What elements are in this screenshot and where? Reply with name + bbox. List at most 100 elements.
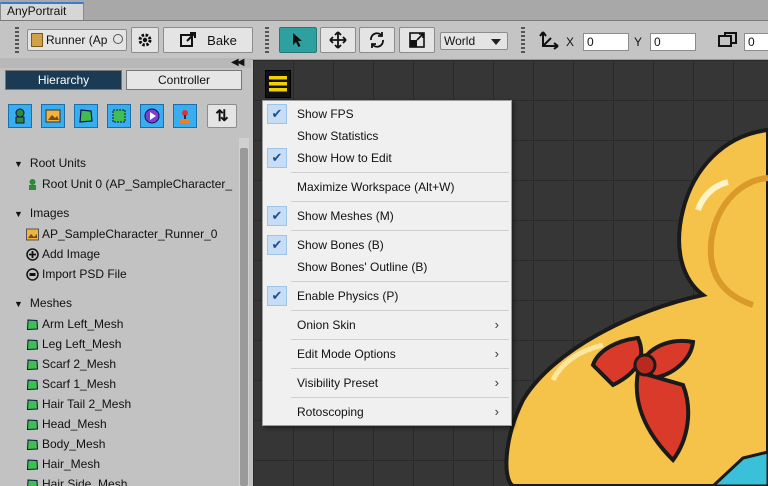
menu-item-edit-mode-options[interactable]: Edit Mode Options › bbox=[263, 343, 511, 365]
menu-item-label: Rotoscoping bbox=[297, 405, 364, 419]
meshes-label: Meshes bbox=[29, 296, 72, 310]
left-panel-header bbox=[0, 58, 251, 68]
tree-item-mesh[interactable]: Hair_Mesh bbox=[26, 455, 100, 473]
tree-item-mesh[interactable]: Hair Tail 2_Mesh bbox=[26, 395, 131, 413]
menu-item-maximize-workspace[interactable]: Maximize Workspace (Alt+W) bbox=[263, 176, 511, 198]
checkmark-icon: ✔ bbox=[267, 286, 287, 306]
tree-item-label: Scarf 1_Mesh bbox=[42, 377, 117, 391]
menu-item-onion-skin[interactable]: Onion Skin › bbox=[263, 314, 511, 336]
menu-item-show-how-to-edit[interactable]: ✔ Show How to Edit bbox=[263, 147, 511, 169]
tree-item-root-unit[interactable]: Root Unit 0 (AP_SampleCharacter_ bbox=[26, 175, 232, 193]
menu-item-label: Edit Mode Options bbox=[297, 347, 396, 361]
size-input[interactable]: 0 bbox=[744, 33, 768, 51]
select-tool-button[interactable] bbox=[279, 27, 317, 53]
filter-images-button[interactable] bbox=[41, 104, 65, 128]
chevron-right-icon: › bbox=[494, 404, 499, 419]
tree-item-mesh[interactable]: Arm Left_Mesh bbox=[26, 315, 123, 333]
menu-item-label: Show Meshes (M) bbox=[297, 209, 394, 223]
bake-button[interactable]: Bake bbox=[163, 27, 253, 53]
portrait-select-value: Runner (Ap bbox=[46, 33, 108, 47]
bake-button-label: Bake bbox=[207, 32, 237, 48]
menu-item-show-statistics[interactable]: Show Statistics bbox=[263, 125, 511, 147]
move-arrows-icon bbox=[329, 31, 347, 49]
portrait-select[interactable]: Runner (Ap bbox=[27, 29, 127, 51]
menu-item-show-bones[interactable]: ✔ Show Bones (B) bbox=[263, 234, 511, 256]
menu-item-label: Maximize Workspace (Alt+W) bbox=[297, 180, 455, 194]
joystick-icon bbox=[180, 110, 190, 123]
menu-separator bbox=[291, 172, 509, 173]
tree-item-mesh[interactable]: Head_Mesh bbox=[26, 415, 107, 433]
menu-separator bbox=[291, 230, 509, 231]
tree-header-meshes[interactable]: ▼ Meshes bbox=[14, 294, 72, 313]
toolbar-grip[interactable] bbox=[265, 27, 269, 53]
checkmark-icon: ✔ bbox=[267, 148, 287, 168]
filter-root-units-button[interactable] bbox=[8, 104, 32, 128]
space-select-value: World bbox=[444, 34, 476, 48]
import-psd-item[interactable]: Import PSD File bbox=[26, 265, 127, 283]
menu-item-show-meshes[interactable]: ✔ Show Meshes (M) bbox=[263, 205, 511, 227]
tree-item-label: Import PSD File bbox=[42, 267, 127, 281]
viewport-menu-button[interactable] bbox=[265, 70, 291, 98]
menu-item-visibility-preset[interactable]: Visibility Preset › bbox=[263, 372, 511, 394]
x-label: X bbox=[566, 35, 575, 49]
mesh-icon bbox=[26, 378, 39, 390]
menu-item-show-bones-outline[interactable]: Show Bones' Outline (B) bbox=[263, 256, 511, 278]
tree-header-root-units[interactable]: ▼ Root Units bbox=[14, 154, 86, 173]
collapse-panel-icon[interactable]: ◀◀ bbox=[231, 57, 244, 68]
tab-controller[interactable]: Controller bbox=[126, 70, 242, 90]
menu-item-label: Enable Physics (P) bbox=[297, 289, 399, 303]
tree-header-images[interactable]: ▼ Images bbox=[14, 204, 69, 223]
filter-meshes-button[interactable] bbox=[74, 104, 98, 128]
menu-separator bbox=[291, 339, 509, 340]
menu-item-enable-physics[interactable]: ✔ Enable Physics (P) bbox=[263, 285, 511, 307]
chevron-down-icon: ▼ bbox=[14, 209, 23, 219]
root-units-label: Root Units bbox=[29, 156, 86, 170]
menu-item-rotoscoping[interactable]: Rotoscoping › bbox=[263, 401, 511, 423]
images-label: Images bbox=[29, 206, 70, 220]
space-select[interactable]: World bbox=[440, 32, 508, 50]
chevron-right-icon: › bbox=[494, 317, 499, 332]
menu-item-label: Show How to Edit bbox=[297, 151, 392, 165]
hierarchy-scrollbar-thumb[interactable] bbox=[240, 148, 248, 486]
tree-item-mesh[interactable]: Body_Mesh bbox=[26, 435, 105, 453]
tree-item-mesh[interactable]: Hair Side_Mesh bbox=[26, 475, 127, 486]
y-position-input[interactable]: 0 bbox=[650, 33, 696, 51]
checkmark-icon: ✔ bbox=[267, 206, 287, 226]
tree-item-image[interactable]: AP_SampleCharacter_Runner_0 bbox=[26, 225, 217, 243]
filter-controllers-button[interactable] bbox=[173, 104, 197, 128]
toolbar-grip[interactable] bbox=[15, 27, 19, 53]
chevron-down-icon bbox=[491, 39, 501, 45]
sort-icon: ⇅ bbox=[215, 108, 229, 125]
menu-item-label: Show FPS bbox=[297, 107, 354, 121]
y-label: Y bbox=[634, 35, 643, 49]
tree-item-mesh[interactable]: Scarf 2_Mesh bbox=[26, 355, 116, 373]
checkmark-icon: ✔ bbox=[267, 104, 287, 124]
toolbar-grip[interactable] bbox=[521, 27, 525, 53]
add-circle-icon bbox=[26, 247, 39, 261]
rotate-tool-button[interactable] bbox=[359, 27, 395, 53]
tree-item-label: Hair_Mesh bbox=[42, 457, 101, 471]
tab-hierarchy[interactable]: Hierarchy bbox=[5, 70, 122, 90]
move-tool-button[interactable] bbox=[320, 27, 356, 53]
sort-button[interactable]: ⇅ bbox=[207, 104, 237, 128]
image-icon bbox=[26, 228, 39, 240]
view-options-menu: ✔ Show FPS Show Statistics ✔ Show How to E… bbox=[262, 100, 512, 426]
character-icon bbox=[15, 108, 25, 124]
add-image-item[interactable]: Add Image bbox=[26, 245, 100, 263]
window-title-tab[interactable]: AnyPortrait bbox=[0, 2, 84, 20]
filter-mesh-groups-button[interactable] bbox=[107, 104, 131, 128]
chevron-right-icon: › bbox=[494, 346, 499, 361]
tree-item-label: Body_Mesh bbox=[42, 437, 106, 451]
mesh-icon bbox=[26, 438, 39, 450]
tree-item-mesh[interactable]: Leg Left_Mesh bbox=[26, 335, 121, 353]
filter-animations-button[interactable] bbox=[140, 104, 164, 128]
settings-button[interactable] bbox=[131, 27, 159, 53]
x-position-input[interactable]: 0 bbox=[583, 33, 629, 51]
tree-item-mesh[interactable]: Scarf 1_Mesh bbox=[26, 375, 116, 393]
scale-icon bbox=[409, 32, 425, 48]
mesh-icon bbox=[79, 109, 93, 123]
checkmark-icon: ✔ bbox=[267, 235, 287, 255]
object-picker-icon[interactable] bbox=[113, 34, 123, 44]
menu-item-show-fps[interactable]: ✔ Show FPS bbox=[263, 103, 511, 125]
scale-tool-button[interactable] bbox=[399, 27, 435, 53]
